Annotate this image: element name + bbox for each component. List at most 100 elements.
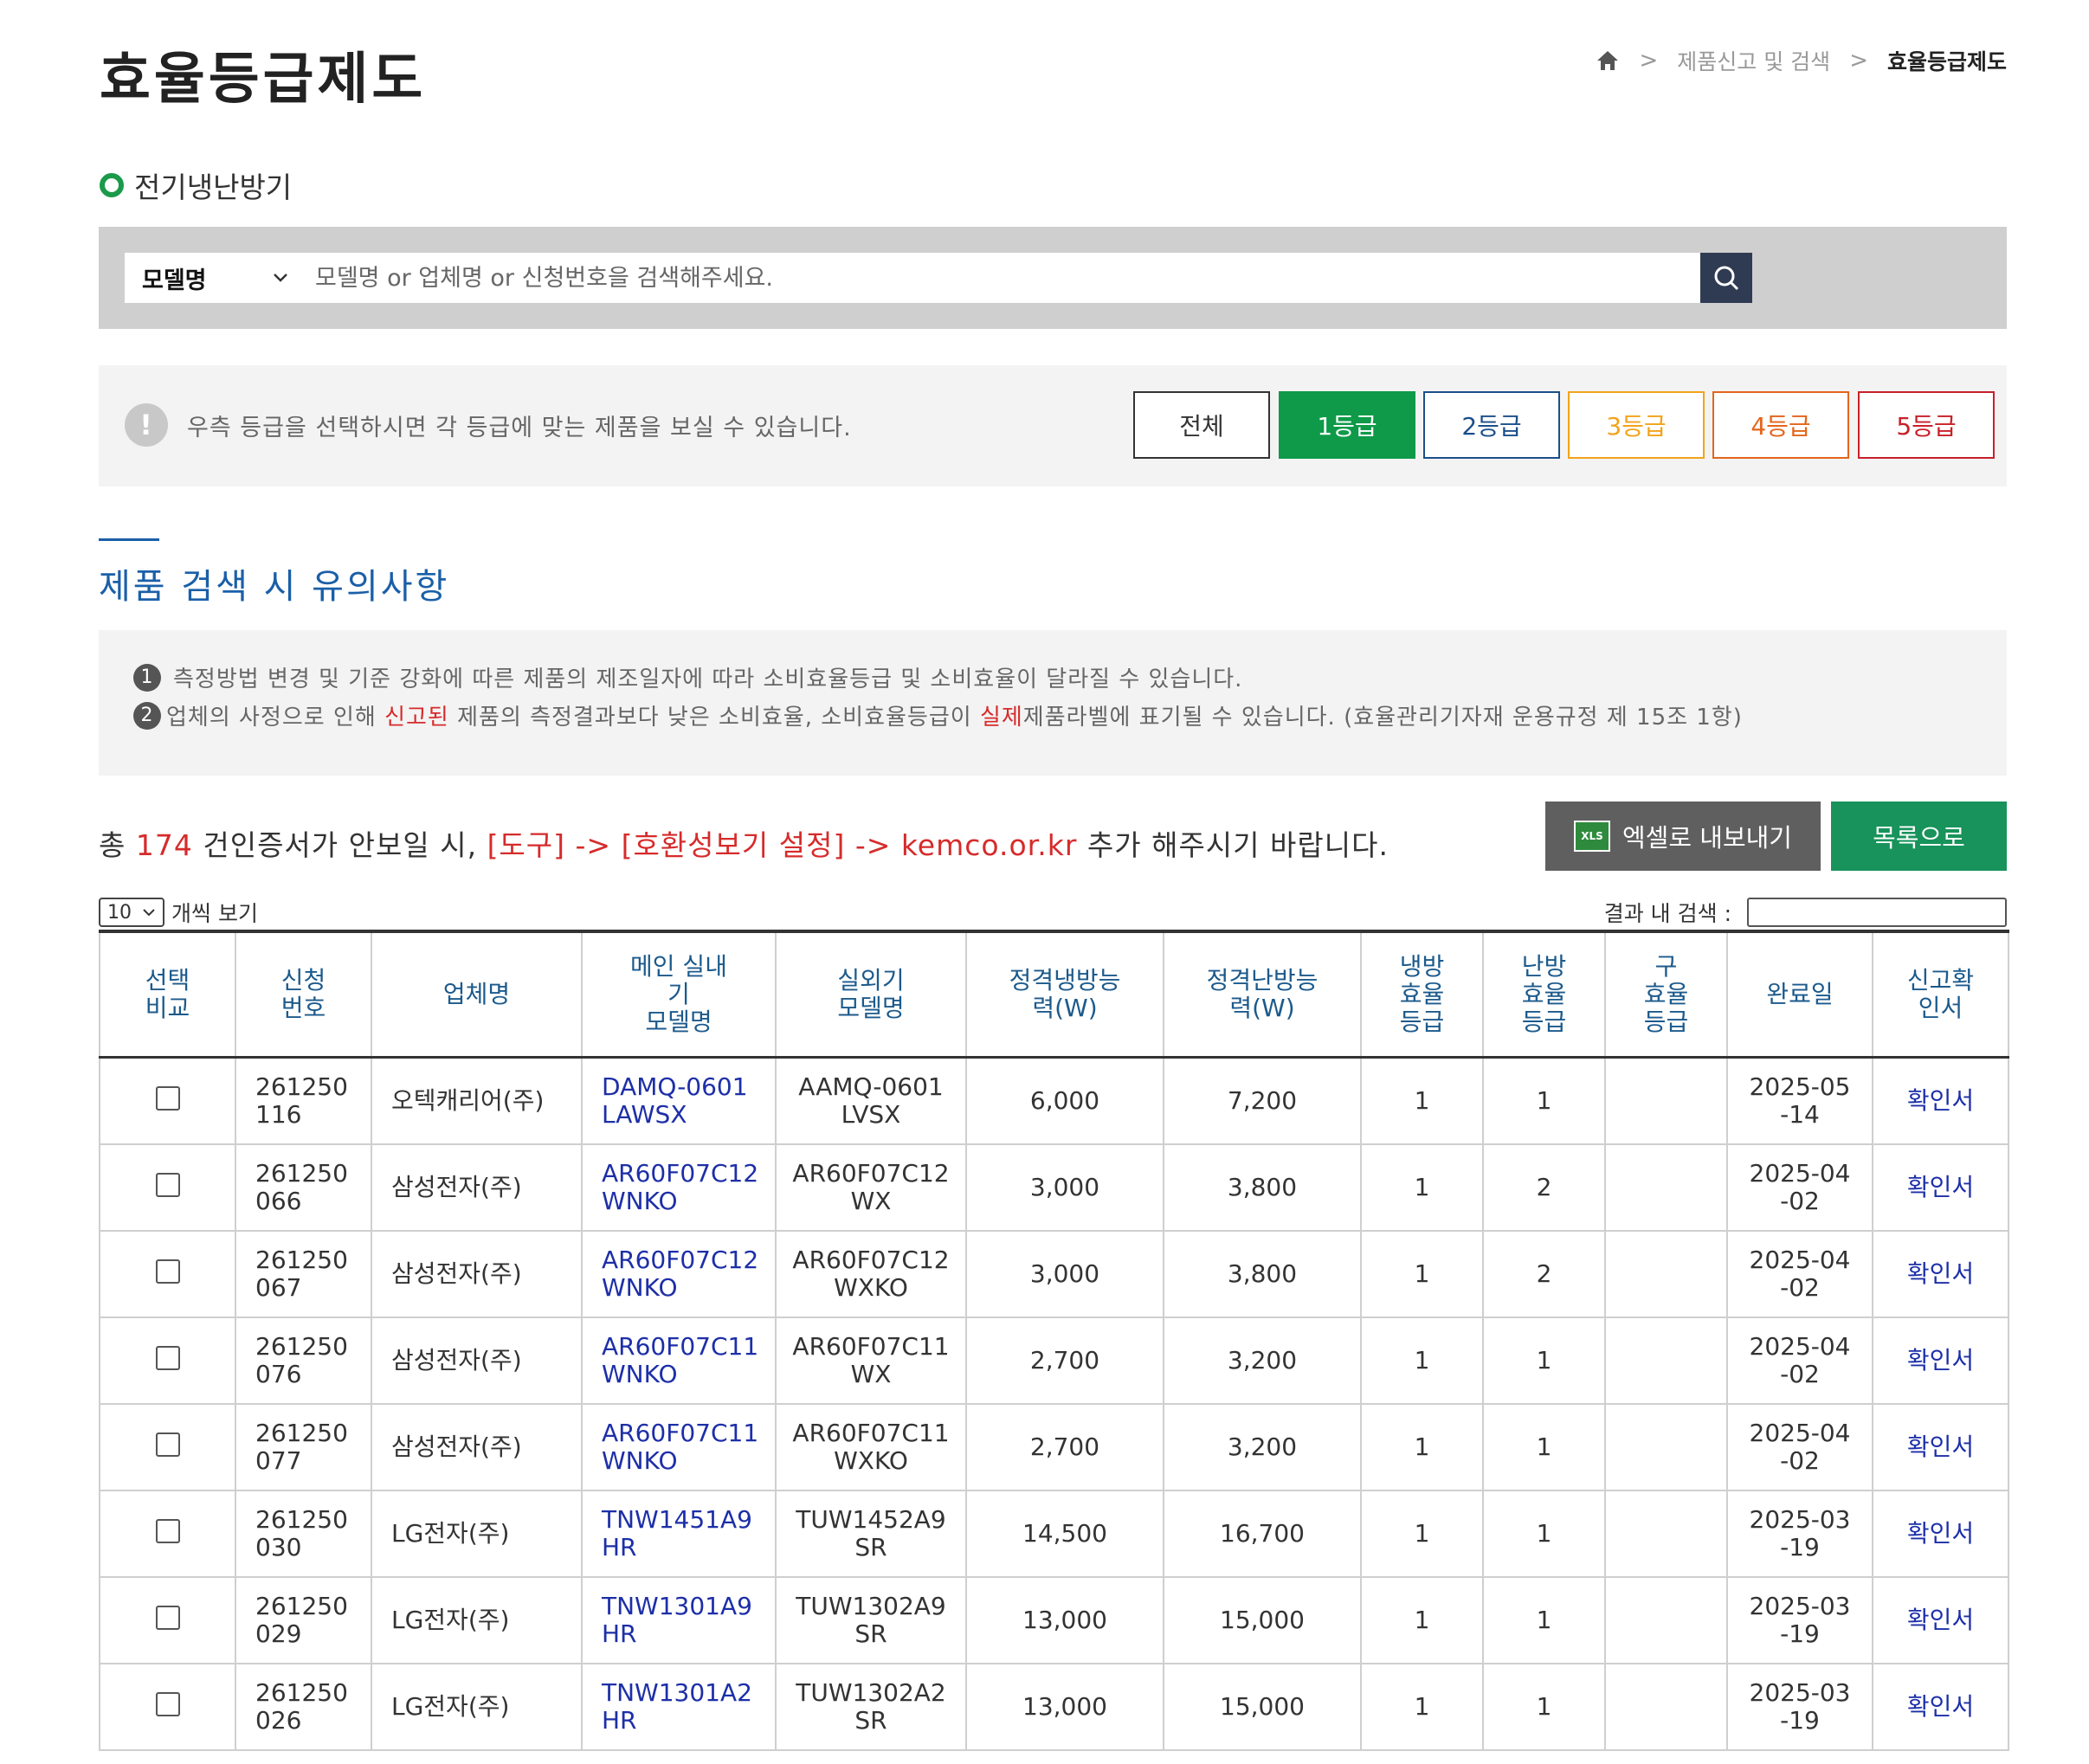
grade-filter-bar: ! 우측 등급을 선택하시면 각 등급에 맞는 제품을 보실 수 있습니다. 전… bbox=[99, 365, 2007, 486]
compare-cell bbox=[99, 1230, 236, 1318]
compare-checkbox[interactable] bbox=[155, 1259, 180, 1284]
company-name: LG전자(주) bbox=[371, 1576, 583, 1664]
indoor-model-link[interactable]: AR60F07C12 WNKO bbox=[581, 1230, 777, 1318]
home-icon[interactable] bbox=[1596, 48, 1620, 73]
compare-cell bbox=[99, 1490, 236, 1578]
cooling-grade: 1 bbox=[1360, 1230, 1484, 1318]
cooling-grade: 1 bbox=[1360, 1490, 1484, 1578]
compare-checkbox[interactable] bbox=[155, 1172, 180, 1197]
certificate-link[interactable]: 확인서 bbox=[1872, 1576, 2009, 1664]
per-page-select[interactable]: 10 bbox=[99, 898, 164, 927]
old-grade bbox=[1604, 1317, 1728, 1405]
compare-cell bbox=[99, 1576, 236, 1664]
compare-checkbox[interactable] bbox=[155, 1085, 180, 1111]
result-suffix: 건인증서가 안보일 시, bbox=[192, 828, 487, 862]
application-number: 261250 026 bbox=[235, 1663, 372, 1751]
breadcrumb-item[interactable]: 제품신고 및 검색 bbox=[1677, 45, 1830, 76]
compare-checkbox[interactable] bbox=[155, 1345, 180, 1370]
notice-text: 제품라벨에 표기될 수 있습니다. (효율관리기자재 운용규정 제 15조 1항… bbox=[1022, 705, 1743, 731]
compare-cell bbox=[99, 1663, 236, 1751]
completion-date: 2025-03 -19 bbox=[1726, 1576, 1873, 1664]
certificate-link[interactable]: 확인서 bbox=[1872, 1403, 2009, 1491]
indoor-model-link[interactable]: AR60F07C11 WNKO bbox=[581, 1403, 777, 1491]
certificate-link[interactable]: 확인서 bbox=[1872, 1317, 2009, 1405]
indoor-model-link[interactable]: AR60F07C12 WNKO bbox=[581, 1143, 777, 1232]
compare-checkbox[interactable] bbox=[155, 1518, 180, 1543]
grade-button-3[interactable]: 3등급 bbox=[1568, 391, 1705, 459]
completion-date: 2025-03 -19 bbox=[1726, 1663, 1873, 1751]
cooling-capacity: 6,000 bbox=[965, 1056, 1164, 1145]
compare-checkbox[interactable] bbox=[155, 1432, 180, 1457]
heating-grade: 2 bbox=[1482, 1143, 1606, 1232]
compare-checkbox[interactable] bbox=[155, 1605, 180, 1630]
indoor-model-link[interactable]: DAMQ-0601 LAWSX bbox=[581, 1056, 777, 1145]
notice-highlight: 실제 bbox=[979, 705, 1023, 731]
certificate-link[interactable]: 확인서 bbox=[1872, 1490, 2009, 1578]
cooling-capacity: 13,000 bbox=[965, 1663, 1164, 1751]
cooling-grade: 1 bbox=[1360, 1663, 1484, 1751]
number-badge-icon: 1 bbox=[133, 663, 161, 692]
number-badge-icon: 2 bbox=[133, 701, 161, 730]
column-header: 정격난방능 력(W) bbox=[1163, 930, 1362, 1059]
result-tail: 추가 해주시기 바랍니다. bbox=[1077, 828, 1389, 862]
completion-date: 2025-04 -02 bbox=[1726, 1317, 1873, 1405]
grade-button-1[interactable]: 1등급 bbox=[1279, 391, 1415, 459]
compare-cell bbox=[99, 1317, 236, 1405]
outdoor-model: TUW1302A9 SR bbox=[775, 1576, 967, 1664]
old-grade bbox=[1604, 1143, 1728, 1232]
per-page-label: 개씩 보기 bbox=[171, 901, 258, 926]
cooling-capacity: 3,000 bbox=[965, 1143, 1164, 1232]
cooling-grade: 1 bbox=[1360, 1056, 1484, 1145]
inner-search-input[interactable] bbox=[1747, 898, 2007, 927]
indoor-model-link[interactable]: TNW1451A9 HR bbox=[581, 1490, 777, 1578]
compare-cell bbox=[99, 1056, 236, 1145]
outdoor-model: AR60F07C11 WXKO bbox=[775, 1403, 967, 1491]
application-number: 261250 030 bbox=[235, 1490, 372, 1578]
list-button[interactable]: 목록으로 bbox=[1831, 802, 2007, 871]
table-body: 261250 116 오텍캐리어(주) DAMQ-0601 LAWSX AAMQ-06… bbox=[99, 1056, 2009, 1751]
chevron-down-icon bbox=[274, 274, 287, 282]
compare-cell bbox=[99, 1403, 236, 1491]
heating-capacity: 7,200 bbox=[1163, 1056, 1362, 1145]
certificate-link[interactable]: 확인서 bbox=[1872, 1663, 2009, 1751]
results-table: 선택 비교 신청 번호 업체명 메인 실내 기 모델명 실외기 모델명 정격냉방능 력(W… bbox=[99, 930, 2009, 1751]
column-header: 실외기 모델명 bbox=[775, 930, 967, 1059]
table-row: 261250 029 LG전자(주) TNW1301A9 HR TUW1302A9 S… bbox=[99, 1576, 2009, 1664]
heating-capacity: 15,000 bbox=[1163, 1663, 1362, 1751]
search-button[interactable] bbox=[1700, 253, 1752, 303]
heating-grade: 1 bbox=[1482, 1056, 1606, 1145]
certificate-link[interactable]: 확인서 bbox=[1872, 1143, 2009, 1232]
outdoor-model: TUW1302A2 SR bbox=[775, 1663, 967, 1751]
cooling-grade: 1 bbox=[1360, 1143, 1484, 1232]
grade-button-all[interactable]: 전체 bbox=[1133, 391, 1270, 459]
search-input[interactable] bbox=[306, 253, 1700, 303]
completion-date: 2025-04 -02 bbox=[1726, 1230, 1873, 1318]
outdoor-model: AR60F07C12 WXKO bbox=[775, 1230, 967, 1318]
grade-button-5[interactable]: 5등급 bbox=[1858, 391, 1995, 459]
excel-export-button[interactable]: XLS 엑셀로 내보내기 bbox=[1545, 802, 1821, 871]
page-title: 효율등급제도 bbox=[100, 48, 427, 112]
certificate-link[interactable]: 확인서 bbox=[1872, 1056, 2009, 1145]
column-header: 업체명 bbox=[371, 930, 583, 1059]
application-number: 261250 029 bbox=[235, 1576, 372, 1664]
grade-button-2[interactable]: 2등급 bbox=[1423, 391, 1560, 459]
old-grade bbox=[1604, 1490, 1728, 1578]
heating-capacity: 3,800 bbox=[1163, 1230, 1362, 1318]
breadcrumb: > 제품신고 및 검색 > 효율등급제도 bbox=[1596, 45, 2007, 76]
compare-checkbox[interactable] bbox=[155, 1691, 180, 1716]
search-type-select[interactable]: 모델명 bbox=[125, 253, 306, 303]
indoor-model-link[interactable]: AR60F07C11 WNKO bbox=[581, 1317, 777, 1405]
column-header: 신고확 인서 bbox=[1872, 930, 2009, 1059]
grade-button-4[interactable]: 4등급 bbox=[1712, 391, 1849, 459]
indoor-model-link[interactable]: TNW1301A2 HR bbox=[581, 1663, 777, 1751]
cooling-capacity: 14,500 bbox=[965, 1490, 1164, 1578]
heating-grade: 1 bbox=[1482, 1403, 1606, 1491]
heating-grade: 1 bbox=[1482, 1317, 1606, 1405]
cooling-grade: 1 bbox=[1360, 1576, 1484, 1664]
application-number: 261250 066 bbox=[235, 1143, 372, 1232]
heating-grade: 1 bbox=[1482, 1576, 1606, 1664]
column-header: 신청 번호 bbox=[235, 930, 372, 1059]
indoor-model-link[interactable]: TNW1301A9 HR bbox=[581, 1576, 777, 1664]
company-name: 오텍캐리어(주) bbox=[371, 1056, 583, 1145]
certificate-link[interactable]: 확인서 bbox=[1872, 1230, 2009, 1318]
